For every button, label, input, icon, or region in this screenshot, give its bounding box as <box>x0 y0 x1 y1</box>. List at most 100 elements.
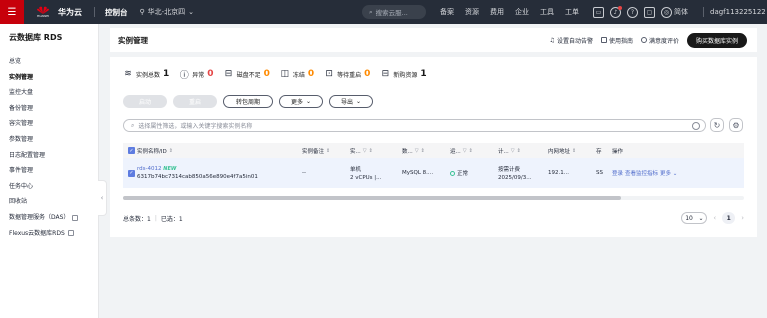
col-remark[interactable]: 实例备注 ⇕ <box>297 147 345 155</box>
col-ip[interactable]: 内网地址 ⇕ <box>543 147 591 155</box>
help-icon[interactable] <box>692 122 700 130</box>
sidebar-item[interactable]: 容灾管理 <box>0 116 98 132</box>
sidebar-item[interactable]: Flexus云数据库RDS <box>0 226 98 242</box>
stat-item[interactable]: ⊟ 新购资源 1 <box>380 69 427 79</box>
sidebar-item[interactable]: 日志配置管理 <box>0 148 98 164</box>
col-status[interactable]: 运... ▽ ⇕ <box>445 147 493 155</box>
col-billing[interactable]: 计... ▽ ⇕ <box>493 147 543 155</box>
col-label: 运... <box>450 148 461 155</box>
smile-icon <box>640 37 647 43</box>
status-ok-icon <box>450 170 455 176</box>
page-number-current[interactable]: 1 <box>722 212 736 224</box>
sidebar: 云数据库 RDS 总览 实例管理 监控大盘 备份管理 容灾管理 参数管理 日志配置管理 事件管… <box>0 24 99 318</box>
topnav-item-tickets[interactable]: 工单 <box>565 7 579 17</box>
prev-page-button[interactable]: ‹ <box>713 214 716 222</box>
filter-placeholder: 选择属性筛选，或输入关键字搜索实例名称 <box>138 123 253 130</box>
filter-search-input[interactable]: ⌕ 选择属性筛选，或输入关键字搜索实例名称 <box>123 119 706 132</box>
table-row[interactable]: ✓ rds-4012 NEW 6317b74bc7314cab850a56e89… <box>123 158 744 188</box>
sidebar-item[interactable]: 回收站 <box>0 194 98 210</box>
sidebar-item-label: 数据管理服务（DAS） <box>9 213 70 221</box>
start-button[interactable]: 启动 <box>123 95 167 108</box>
satisfaction-link[interactable]: 满意度评价 <box>640 36 679 45</box>
auto-alarm-link[interactable]: ♫ 设置自动告警 <box>550 36 593 45</box>
next-page-button[interactable]: › <box>741 214 744 222</box>
renew-button[interactable]: 转包周期 <box>223 95 273 108</box>
sort-icon[interactable]: ⇕ <box>326 148 330 154</box>
sidebar-item[interactable]: 实例管理 <box>0 70 98 86</box>
topnav-item-tools[interactable]: 工具 <box>540 7 554 17</box>
col-engine[interactable]: 数... ▽ ⇕ <box>397 147 445 155</box>
new-badge: NEW <box>163 166 177 172</box>
chat-icon[interactable]: ▢ <box>644 6 655 18</box>
topnav-item-resources[interactable]: 资源 <box>465 7 479 17</box>
sort-icon[interactable]: ⇕ <box>517 148 521 154</box>
topnav-item-beian[interactable]: 备案 <box>440 7 454 17</box>
user-menu[interactable]: dagf113225122 <box>710 0 766 24</box>
chevron-down-icon: ⌄ <box>188 8 195 16</box>
sidebar-item[interactable]: 参数管理 <box>0 132 98 148</box>
stat-label: 等待重启 <box>337 71 362 79</box>
page-size-select[interactable]: 10 ⌄ <box>681 212 708 224</box>
sidebar-item[interactable]: 任务中心 <box>0 179 98 195</box>
global-search-input[interactable]: ⌕ 搜索云服... <box>362 5 426 19</box>
instance-name-link[interactable]: rds-4012 <box>137 166 162 172</box>
col-name[interactable]: ✓ 实例名称/ID ⇕ <box>123 147 297 155</box>
bell-icon[interactable]: ♪ <box>610 5 622 18</box>
topnav-item-enterprise[interactable]: 企业 <box>515 7 529 17</box>
row-checkbox[interactable]: ✓ <box>128 169 135 177</box>
brand-name[interactable]: 华为云 <box>58 7 82 18</box>
pagination: 10 ⌄ ‹ 1 › <box>681 212 744 224</box>
chevron-down-icon: ⌄ <box>672 171 678 177</box>
buy-instance-button[interactable]: 购买数据库实例 <box>686 32 747 48</box>
filter-icon[interactable]: ▽ <box>415 148 419 154</box>
stat-item[interactable]: ⓘ 异常 0 <box>179 69 214 81</box>
location-pin-icon: ⚲ <box>139 8 145 16</box>
sidebar-item-label: 实例管理 <box>9 73 34 81</box>
menu-icon[interactable]: ☰ <box>0 0 24 24</box>
sidebar-item[interactable]: 备份管理 <box>0 101 98 117</box>
filter-icon[interactable]: ▽ <box>463 148 467 154</box>
stat-value: 1 <box>420 69 427 79</box>
sidebar-item[interactable]: 事件管理 <box>0 163 98 179</box>
login-link[interactable]: 登录 <box>612 169 623 177</box>
export-button[interactable]: 导出 ⌄ <box>329 95 373 108</box>
sidebar-item[interactable]: 总览 <box>0 54 98 70</box>
user-guide-link[interactable]: 使用指南 <box>600 36 633 45</box>
topnav-item-billing[interactable]: 费用 <box>490 7 504 17</box>
stat-item[interactable]: ⊟ 磁盘不足 0 <box>224 69 270 79</box>
sidebar-item[interactable]: 监控大盘 <box>0 85 98 101</box>
settings-button[interactable]: ⚙ <box>729 118 743 132</box>
col-storage: 存 <box>591 147 607 155</box>
sort-icon[interactable]: ⇕ <box>369 148 373 154</box>
scrollbar-thumb[interactable] <box>123 196 621 200</box>
more-button[interactable]: 更多 ⌄ <box>279 95 323 108</box>
screen-icon[interactable]: ▭ <box>593 6 604 18</box>
refresh-button[interactable]: ↻ <box>710 118 724 132</box>
sidebar-item-label: Flexus云数据库RDS <box>9 229 65 237</box>
sort-icon[interactable]: ⇕ <box>169 148 173 154</box>
table-header: ✓ 实例名称/ID ⇕ 实例备注 ⇕ 实... ▽ ⇕ 数... ▽ ⇕ 运... ▽ ⇕ 计..… <box>123 143 744 158</box>
divider <box>703 7 704 17</box>
stat-item[interactable]: ≋ 实例总数 1 <box>123 69 169 79</box>
restart-button[interactable]: 重启 <box>173 95 217 108</box>
sort-icon[interactable]: ⇕ <box>469 148 473 154</box>
sidebar-item[interactable]: 数据管理服务（DAS） <box>0 210 98 226</box>
col-type[interactable]: 实... ▽ ⇕ <box>345 147 397 155</box>
filter-icon[interactable]: ▽ <box>363 148 367 154</box>
page-header: 实例管理 ♫ 设置自动告警 使用指南 满意度评价 购买数据库实例 <box>110 28 757 52</box>
sidebar-collapse-button[interactable]: ‹ <box>98 180 107 216</box>
stat-item[interactable]: ⊡ 等待重启 0 <box>324 69 370 79</box>
sort-icon[interactable]: ⇕ <box>421 148 425 154</box>
filter-icon[interactable]: ▽ <box>511 148 515 154</box>
horizontal-scrollbar[interactable] <box>123 196 744 200</box>
sort-icon[interactable]: ⇕ <box>572 148 576 154</box>
console-link[interactable]: 控制台 <box>105 7 128 18</box>
language-selector[interactable]: ◎ 简体 <box>661 6 688 18</box>
huawei-logo[interactable]: HUAWEI <box>34 3 52 21</box>
help-icon[interactable]: ? <box>627 6 638 18</box>
more-actions-link[interactable]: 更多 ⌄ <box>660 169 677 177</box>
region-selector[interactable]: ⚲ 华北-北京四 ⌄ <box>140 7 195 17</box>
select-all-checkbox[interactable]: ✓ <box>128 147 135 154</box>
view-monitor-link[interactable]: 查看监控指标 <box>625 169 658 177</box>
stat-item[interactable]: ◫ 冻结 0 <box>280 69 315 79</box>
